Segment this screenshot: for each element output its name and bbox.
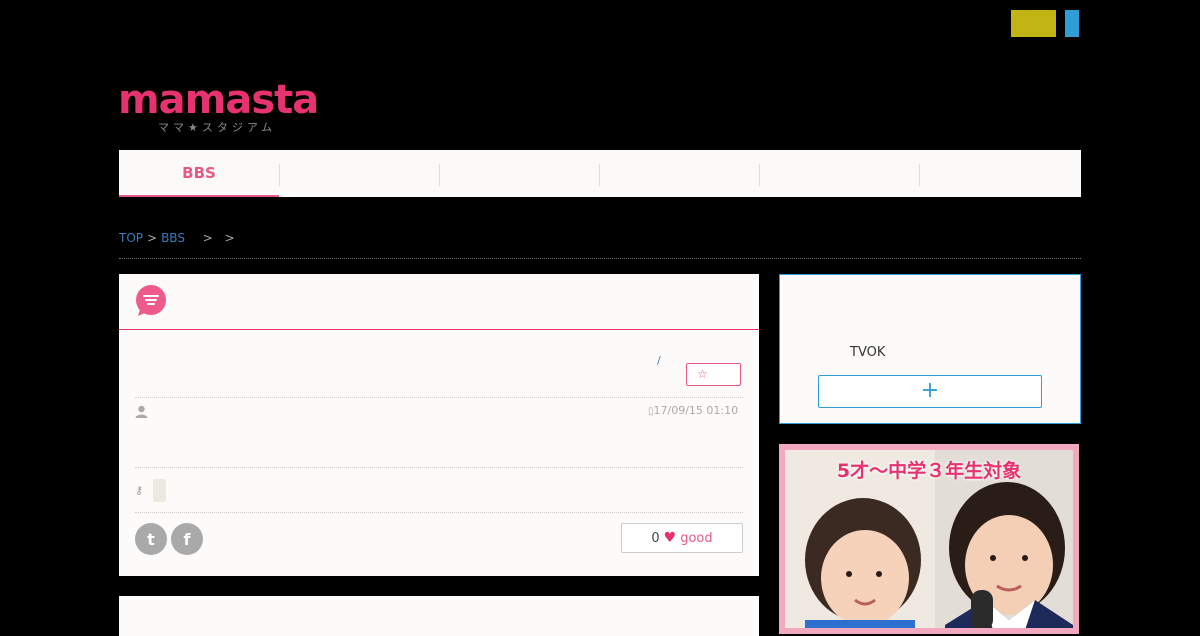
good-button[interactable]: 0 ♥ good	[621, 523, 743, 553]
post-date: ▯17/09/15 01:10	[648, 404, 738, 417]
main-nav: BBS	[119, 150, 1081, 197]
nav-item-6[interactable]	[919, 150, 1079, 197]
nav-item-4[interactable]	[599, 150, 759, 197]
site-logo[interactable]: mamasta ママ★スタジアム	[118, 80, 323, 136]
add-button[interactable]: +	[818, 375, 1042, 408]
header-yellow-button[interactable]	[1011, 10, 1056, 37]
key-icon: ⚷	[135, 484, 144, 497]
good-label: good	[680, 530, 713, 546]
twitter-share-button[interactable]: t	[135, 523, 167, 555]
heart-icon: ♥	[663, 530, 677, 546]
facebook-icon: f	[183, 529, 191, 549]
sidebar-text: TVOK	[850, 345, 886, 360]
favorite-button[interactable]: ☆	[686, 363, 741, 386]
twitter-icon: t	[147, 529, 155, 549]
ad-banner[interactable]: 5才～中学３年生対象	[779, 444, 1079, 634]
star-icon: ☆	[697, 367, 708, 381]
header-blue-button[interactable]	[1065, 10, 1079, 37]
user-icon	[135, 405, 148, 418]
post-category-link[interactable]: /	[657, 354, 661, 367]
chat-bubble-icon	[136, 285, 166, 316]
breadcrumb-separator: >	[224, 231, 235, 245]
facebook-share-button[interactable]: f	[171, 523, 203, 555]
good-count: 0	[651, 530, 660, 546]
password-field[interactable]	[153, 479, 166, 502]
breadcrumb-bbs-link[interactable]: BBS	[161, 231, 185, 245]
post-card-header	[119, 274, 759, 330]
breadcrumb-separator: >	[147, 231, 158, 245]
breadcrumb-top-link[interactable]: TOP	[119, 231, 143, 245]
divider	[135, 467, 743, 468]
sidebar-box: TVOK +	[779, 274, 1081, 424]
ad-headline: 5才～中学３年生対象	[836, 460, 1022, 482]
nav-item-3[interactable]	[439, 150, 599, 197]
breadcrumb: TOP > BBS > >	[119, 231, 239, 245]
divider	[135, 397, 743, 398]
post-card-next	[119, 596, 759, 636]
breadcrumb-separator: >	[202, 231, 213, 245]
nav-item-2[interactable]	[279, 150, 439, 197]
divider	[135, 512, 743, 513]
nav-item-bbs[interactable]: BBS	[119, 150, 279, 197]
logo-subtext: ママ★スタジアム	[158, 121, 277, 134]
nav-item-5[interactable]	[759, 150, 919, 197]
post-card: / ☆ ▯17/09/15 01:10 ⚷ t f 0 ♥ good	[119, 274, 759, 576]
post-date-text: 17/09/15 01:10	[653, 404, 739, 417]
logo-text: mamasta	[118, 77, 319, 123]
breadcrumb-divider	[119, 258, 1081, 259]
